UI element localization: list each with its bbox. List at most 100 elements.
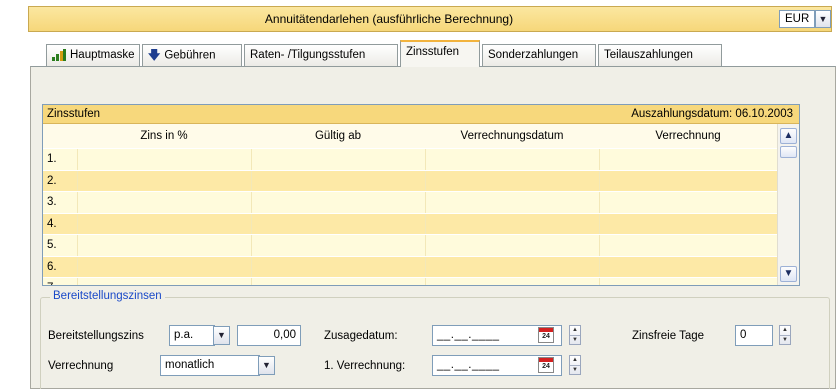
cell-divider: [599, 192, 600, 213]
cell-divider: [77, 170, 78, 191]
cell-divider: [77, 213, 78, 234]
tab-gebuehren[interactable]: 🡇 Gebühren: [142, 44, 242, 66]
tab-teilauszahlungen[interactable]: Teilauszahlungen: [598, 44, 722, 66]
cell-divider: [251, 256, 252, 277]
tab-raten-tilgungsstufen[interactable]: Raten- /Tilgungsstufen: [244, 44, 398, 66]
table-row[interactable]: 3.: [43, 191, 777, 213]
table-row[interactable]: 1.: [43, 148, 777, 170]
tab-zinsstufen[interactable]: Zinsstufen: [400, 40, 480, 67]
cell-divider: [599, 170, 600, 191]
table-row[interactable]: 2.: [43, 169, 777, 191]
spin-down-icon[interactable]: ▼: [570, 336, 580, 345]
cell-divider: [77, 235, 78, 256]
cell-divider: [599, 235, 600, 256]
down-arrow-icon: 🡇: [148, 48, 161, 62]
cell-divider: [251, 213, 252, 234]
verrechnung-select[interactable]: monatlich: [160, 355, 260, 376]
tab-label: Hauptmaske: [70, 49, 135, 61]
date-value: __.__.____: [437, 329, 500, 341]
currency-select[interactable]: EUR: [779, 10, 815, 28]
spin-up-icon[interactable]: ▲: [570, 326, 580, 336]
grid-header: Zins in % Gültig ab Verrechnungsdatum Ve…: [43, 124, 777, 148]
cell-divider: [77, 256, 78, 277]
erste-verrechnung-input[interactable]: __.__.____ 24: [432, 355, 562, 376]
scroll-down-button[interactable]: ▼: [780, 266, 797, 282]
tab-label: Sonderzahlungen: [488, 49, 579, 61]
window-title-bar: Annuitätendarlehen (ausführliche Berechn…: [28, 6, 832, 32]
spin-up-icon[interactable]: ▲: [570, 356, 580, 366]
cell-divider: [77, 192, 78, 213]
spin-down-icon[interactable]: ▼: [570, 366, 580, 375]
cell-divider: [599, 256, 600, 277]
tab-sonderzahlungen[interactable]: Sonderzahlungen: [482, 44, 596, 66]
verrechnung-dropdown-button[interactable]: ▼: [258, 356, 275, 375]
zinsstufen-grid: Zinsstufen Auszahlungsdatum: 06.10.2003 …: [42, 104, 800, 286]
cell-divider: [425, 213, 426, 234]
zusagedatum-label: Zusagedatum:: [324, 330, 398, 342]
row-number: 7.: [47, 278, 57, 285]
currency-dropdown-button[interactable]: ▼: [815, 10, 831, 28]
chevron-down-icon: ▼: [262, 360, 271, 370]
bereitstellungszins-input[interactable]: 0,00: [237, 325, 301, 346]
zusagedatum-input[interactable]: __.__.____ 24: [432, 325, 562, 346]
calendar-day: 24: [542, 333, 550, 340]
cell-divider: [251, 170, 252, 191]
cell-divider: [425, 192, 426, 213]
scroll-up-button[interactable]: ▲: [780, 128, 797, 144]
calendar-icon[interactable]: 24: [538, 357, 554, 373]
cell-divider: [425, 278, 426, 285]
column-header: Gültig ab: [314, 130, 362, 142]
cell-divider: [425, 235, 426, 256]
cell-divider: [425, 149, 426, 170]
calendar-icon[interactable]: 24: [538, 327, 554, 343]
bar-chart-icon: [52, 48, 66, 61]
row-number: 3.: [47, 196, 57, 208]
row-number: 4.: [47, 217, 57, 230]
cell-divider: [77, 278, 78, 285]
table-row[interactable]: 4.: [43, 212, 777, 234]
tab-hauptmaske[interactable]: Hauptmaske: [46, 44, 140, 66]
grid-title: Zinsstufen: [47, 108, 101, 120]
cell-divider: [77, 149, 78, 170]
column-header: Zins in %: [140, 130, 188, 142]
chevron-up-icon: ▲: [783, 130, 794, 141]
cell-divider: [425, 256, 426, 277]
calendar-day: 24: [542, 363, 550, 370]
erste-verrechnung-label: 1. Verrechnung:: [324, 360, 406, 372]
table-row[interactable]: 6.: [43, 255, 777, 277]
zinsfreie-tage-spinner[interactable]: ▲ ▼: [779, 325, 791, 345]
cell-divider: [251, 278, 252, 285]
table-row[interactable]: 5.: [43, 234, 777, 256]
verrechnung-label: Verrechnung: [48, 360, 114, 372]
period-select[interactable]: p.a.: [169, 325, 215, 346]
zusagedatum-spinner[interactable]: ▲ ▼: [569, 325, 581, 345]
column-header: Verrechnung: [655, 130, 721, 142]
cell-divider: [599, 278, 600, 285]
cell-divider: [599, 213, 600, 234]
scroll-thumb[interactable]: [780, 146, 797, 158]
row-number: 5.: [47, 239, 57, 251]
bereitstellungszins-label: Bereitstellungszins: [48, 330, 144, 342]
tab-label: Zinsstufen: [406, 46, 460, 58]
spin-up-icon[interactable]: ▲: [780, 326, 790, 336]
tab-label: Raten- /Tilgungsstufen: [250, 49, 366, 61]
period-dropdown-button[interactable]: ▼: [213, 326, 230, 345]
erste-verrechnung-spinner[interactable]: ▲ ▼: [569, 355, 581, 375]
group-legend: Bereitstellungszinsen: [50, 290, 165, 302]
date-value: __.__.____: [437, 359, 500, 371]
chevron-down-icon: ▼: [783, 268, 794, 279]
chevron-down-icon: ▼: [818, 14, 828, 24]
cell-divider: [425, 170, 426, 191]
table-row[interactable]: 7.: [43, 277, 777, 285]
tab-label: Gebühren: [164, 49, 216, 62]
column-header: Verrechnungsdatum: [460, 130, 564, 142]
chevron-down-icon: ▼: [217, 330, 226, 340]
spin-down-icon[interactable]: ▼: [780, 336, 790, 345]
cell-divider: [251, 235, 252, 256]
zinsfreie-tage-input[interactable]: 0: [735, 325, 773, 346]
row-number: 6.: [47, 260, 57, 273]
zinsfreie-tage-label: Zinsfreie Tage: [632, 330, 705, 342]
tab-label: Teilauszahlungen: [604, 49, 693, 61]
grid-scrollbar[interactable]: ▲ ▼: [777, 124, 799, 285]
cell-divider: [251, 149, 252, 170]
